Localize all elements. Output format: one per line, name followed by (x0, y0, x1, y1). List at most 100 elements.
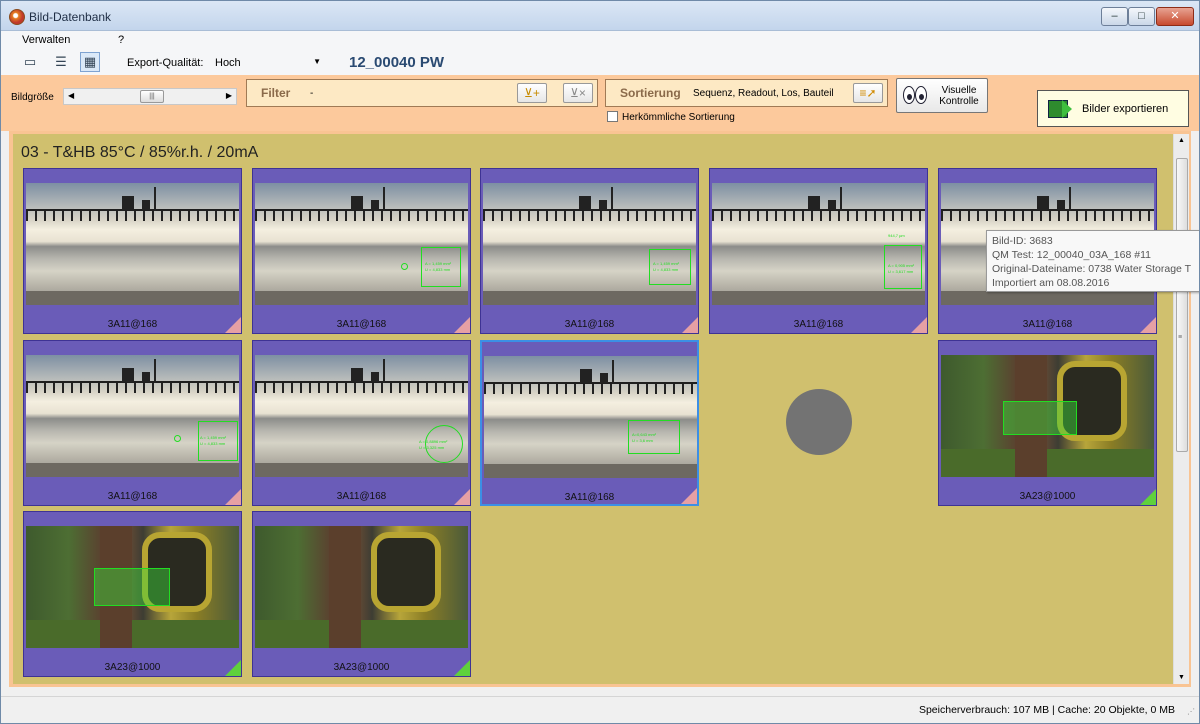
sort-value: Sequenz, Readout, Los, Bauteil (693, 88, 834, 99)
measurement-overlay (628, 420, 680, 454)
image-tile[interactable]: A = 1,459 mm² U = 4,833 mm 3A11@168 (480, 168, 699, 334)
scrollbar-thumb[interactable] (1176, 158, 1188, 452)
export-quality-value: Hoch (215, 57, 241, 69)
thumbnail-image: A = 1,459 mm² U = 4,833 mm (255, 183, 468, 305)
status-red-badge (911, 317, 927, 333)
image-tile[interactable]: 944,7 µm A = 0,905 mm² U = 3,617 mm 3A11… (709, 168, 928, 334)
image-tile[interactable]: 3A23@1000 (252, 511, 471, 677)
menu-verwalten[interactable]: Verwalten (22, 34, 70, 46)
tooltip-line: QM Test: 12_00040_03A_168 #11 (992, 249, 1151, 261)
edit-sort-button[interactable]: ≡➚ (853, 83, 883, 103)
view-large-icon[interactable]: ▭ (20, 52, 40, 72)
content-area: 03 - T&HB 85°C / 85%r.h. / 20mA 3A11@168… (9, 131, 1191, 687)
window-title: Bild-Datenbank (29, 10, 112, 24)
clear-filter-button[interactable]: ⊻× (563, 83, 593, 103)
status-red-badge (681, 488, 697, 504)
loading-placeholder (786, 389, 852, 455)
tile-caption: 3A11@168 (107, 319, 158, 330)
maximize-button[interactable]: □ (1128, 7, 1155, 26)
tile-caption: 3A11@168 (336, 319, 387, 330)
overlay-text: U = 3,325 mm (419, 445, 445, 450)
tile-caption: 3A23@1000 (104, 662, 161, 673)
status-red-badge (1140, 317, 1156, 333)
arrow-left-icon[interactable]: ◀ (68, 91, 74, 100)
image-tile[interactable]: A = 0,8896 mm² U = 3,325 mm 3A11@168 (252, 340, 471, 506)
thumbnail-image (26, 526, 239, 648)
overlay-text: A = 0,905 mm² (888, 263, 915, 268)
thumbnail-image: A = 1,459 mm² U = 4,833 mm (26, 355, 239, 477)
region-overlay (94, 568, 170, 606)
image-size-slider[interactable]: ◀ ||| ▶ (63, 88, 237, 105)
image-tile[interactable]: 3A23@1000 (23, 511, 242, 677)
vertical-scrollbar[interactable]: ▲ ≡ ▼ (1173, 134, 1189, 684)
minimize-button[interactable]: – (1101, 7, 1128, 26)
thumbnail-image (941, 355, 1154, 477)
visual-check-label: Visuelle Kontrolle (939, 85, 979, 107)
overlay-text: U = 3,617 mm (888, 269, 914, 274)
arrow-right-icon[interactable]: ▶ (226, 91, 232, 100)
status-red-badge (225, 317, 241, 333)
menu-bar: Verwalten ? (1, 31, 1199, 49)
export-images-label: Bilder exportieren (1082, 103, 1169, 115)
sort-label: Sortierung (620, 86, 681, 100)
project-title: 12_00040 PW (349, 54, 445, 71)
overlay-text: A = 1,459 mm² (653, 261, 680, 266)
grip-icon: ≡ (1178, 334, 1183, 341)
view-list-icon[interactable]: ☰ (51, 52, 71, 72)
arrow-down-icon[interactable]: ▼ (1178, 674, 1185, 681)
image-tile[interactable]: 3A23@1000 (938, 340, 1157, 506)
status-bar: Speicherverbrauch: 107 MB | Cache: 20 Ob… (1, 696, 1199, 723)
tile-caption: 3A23@1000 (1019, 491, 1076, 502)
close-button[interactable]: ✕ (1156, 7, 1194, 26)
export-images-button[interactable]: Bilder exportieren (1037, 90, 1189, 127)
tile-caption: 3A11@168 (564, 319, 615, 330)
overlay-text: A=0,643 mm² (632, 432, 657, 437)
chevron-down-icon: ▼ (313, 57, 321, 66)
thumbnail-image (255, 526, 468, 648)
image-tile[interactable]: 3A11@168 (23, 168, 242, 334)
image-tile[interactable]: A = 1,459 mm² U = 4,833 mm 3A11@168 (23, 340, 242, 506)
overlay-text: U = 4,833 mm (200, 441, 226, 446)
eyes-icon (903, 86, 929, 106)
filter-panel: Filter - ⊻+ ⊻× (246, 79, 598, 107)
image-tile[interactable]: A = 1,459 mm² U = 4,833 mm 3A11@168 (252, 168, 471, 334)
sort-panel: Sortierung Sequenz, Readout, Los, Bautei… (605, 79, 888, 107)
overlay-text: U = 3,6 mm (632, 438, 653, 443)
status-red-badge (454, 317, 470, 333)
filter-value: - (310, 88, 314, 99)
overlay-text: 944,7 µm (888, 233, 905, 238)
menu-help[interactable]: ? (118, 34, 124, 46)
export-quality-label: Export-Qualität: (127, 57, 204, 69)
control-bar: Bildgröße ◀ ||| ▶ Filter - ⊻+ ⊻× Sortier… (1, 75, 1199, 131)
add-filter-button[interactable]: ⊻+ (517, 83, 547, 103)
export-arrow-icon (1048, 100, 1072, 118)
status-green-badge (1140, 489, 1156, 505)
thumbnail-image (26, 183, 239, 305)
conventional-sort-label: Herkömmliche Sortierung (622, 112, 735, 123)
view-grid-icon[interactable]: ▦ (80, 52, 100, 72)
measurement-marker (401, 263, 408, 270)
resize-grip-icon[interactable]: ⋰ (1187, 707, 1195, 716)
measurement-marker (174, 435, 181, 442)
image-size-label: Bildgröße (11, 92, 54, 103)
title-bar: Bild-Datenbank – □ ✕ (1, 1, 1199, 31)
filter-label: Filter (261, 86, 291, 100)
visual-check-button[interactable]: Visuelle Kontrolle (896, 78, 988, 113)
status-red-badge (682, 317, 698, 333)
conventional-sort-checkbox[interactable]: Herkömmliche Sortierung (607, 111, 735, 123)
arrow-up-icon[interactable]: ▲ (1178, 137, 1185, 144)
overlay-text: A = 0,8896 mm² (419, 439, 448, 444)
export-quality-select[interactable]: Hoch ▼ (211, 54, 326, 72)
funnel-clear-icon: ⊻× (570, 86, 586, 100)
measurement-overlay (425, 425, 463, 463)
slider-thumb[interactable]: ||| (140, 90, 164, 103)
checkbox-box[interactable] (607, 111, 618, 122)
overlay-text: A = 1,459 mm² (200, 435, 227, 440)
funnel-plus-icon: ⊻+ (524, 86, 540, 100)
image-tile-selected[interactable]: A=0,643 mm² U = 3,6 mm 3A11@168 (480, 340, 699, 506)
thumbnail-image: 944,7 µm A = 0,905 mm² U = 3,617 mm (712, 183, 925, 305)
image-info-tooltip: Bild-ID: 3683 QM Test: 12_00040_03A_168 … (986, 230, 1199, 292)
status-text: Speicherverbrauch: 107 MB | Cache: 20 Ob… (918, 704, 1175, 716)
tile-caption: 3A11@168 (564, 492, 615, 503)
image-gallery[interactable]: 03 - T&HB 85°C / 85%r.h. / 20mA 3A11@168… (13, 134, 1173, 684)
